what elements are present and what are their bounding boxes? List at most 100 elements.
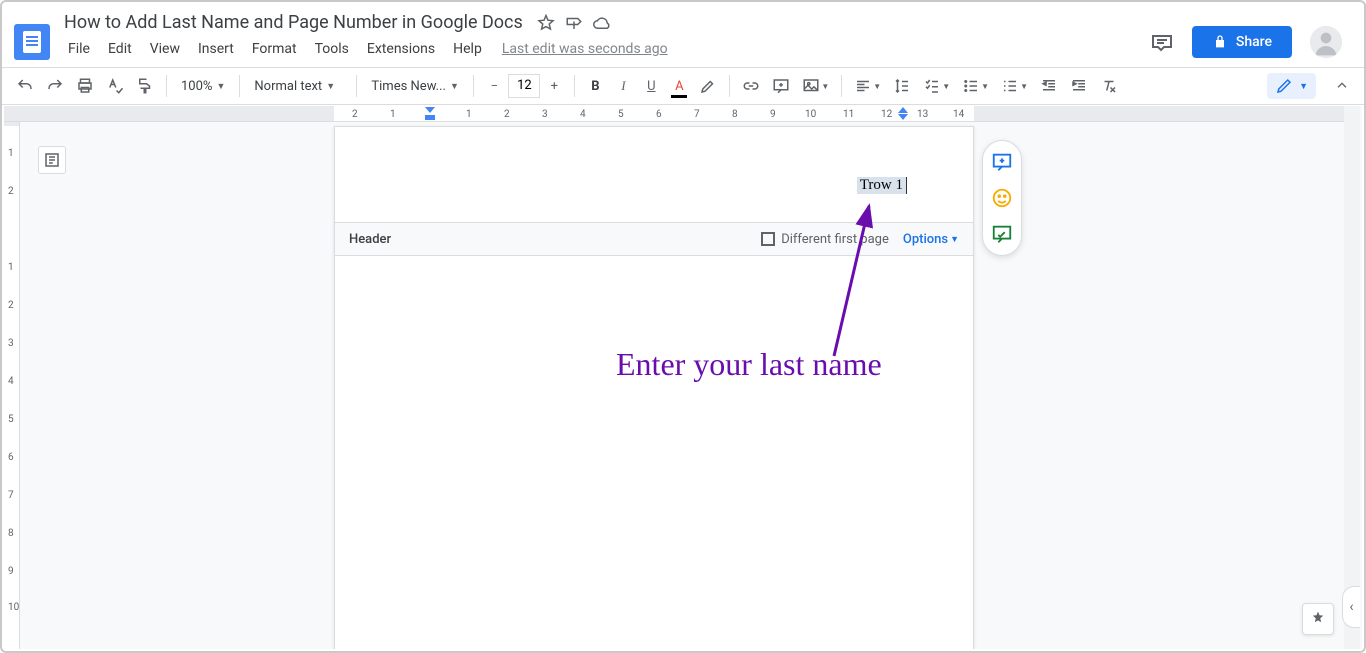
insert-image-button[interactable]: ▼	[798, 72, 833, 100]
ruler-tick: 12	[881, 109, 892, 120]
docs-logo-icon[interactable]	[14, 24, 50, 60]
ruler-tick: 7	[694, 109, 700, 120]
chevron-down-icon: ▼	[450, 81, 459, 92]
horizontal-ruler[interactable]: 2 1 1 2 3 4 5 6 7 8 9 10 11 12 13 14	[4, 106, 1344, 122]
pencil-icon	[1275, 77, 1293, 95]
cloud-status-icon[interactable]	[593, 14, 611, 32]
menu-file[interactable]: File	[60, 37, 98, 61]
menu-insert[interactable]: Insert	[190, 37, 242, 61]
font-size-input[interactable]: 12	[508, 74, 540, 98]
ruler-tick: 13	[917, 109, 928, 120]
separator	[166, 75, 167, 97]
suggest-edits-icon[interactable]	[991, 223, 1013, 245]
redo-button[interactable]	[42, 72, 68, 100]
checkbox-icon	[761, 232, 775, 246]
comment-actions-panel	[982, 140, 1022, 256]
lock-icon	[1212, 34, 1228, 50]
hide-menus-button[interactable]	[1330, 74, 1354, 98]
ruler-tick: 4	[580, 109, 586, 120]
menu-help[interactable]: Help	[445, 37, 490, 61]
options-label: Options	[903, 232, 948, 247]
insert-link-button[interactable]	[738, 72, 764, 100]
ruler-tick: 5	[8, 414, 14, 425]
last-edit-link[interactable]: Last edit was seconds ago	[502, 41, 668, 57]
font-value: Times New...	[371, 79, 446, 94]
bulleted-list-button[interactable]: ▼	[958, 72, 993, 100]
undo-button[interactable]	[12, 72, 38, 100]
line-spacing-button[interactable]	[889, 72, 915, 100]
numbered-list-button[interactable]: ▼	[997, 72, 1032, 100]
italic-button[interactable]: I	[611, 72, 635, 100]
account-avatar[interactable]	[1310, 26, 1342, 58]
menu-format[interactable]: Format	[244, 37, 305, 61]
ruler-tick: 2	[8, 300, 14, 311]
chevron-down-icon: ▼	[326, 81, 335, 92]
ruler-tick: 6	[8, 452, 14, 463]
separator	[729, 75, 730, 97]
toolbar: 100%▼ Normal text▼ Times New...▼ − 12 + …	[2, 67, 1364, 105]
vertical-scrollbar[interactable]	[1344, 106, 1360, 649]
workspace: 2 1 1 2 3 4 5 6 7 8 9 10 11 12 13 14 1 2…	[4, 106, 1362, 649]
ruler-tick: 10	[8, 602, 19, 613]
text-color-button[interactable]: A	[667, 72, 691, 100]
chevron-down-icon: ▼	[216, 81, 225, 92]
document-title[interactable]: How to Add Last Name and Page Number in …	[60, 10, 527, 35]
separator	[356, 75, 357, 97]
ruler-tick: 14	[953, 109, 964, 120]
highlight-button[interactable]	[695, 72, 721, 100]
add-comment-button[interactable]	[768, 72, 794, 100]
menu-tools[interactable]: Tools	[307, 37, 357, 61]
header-text[interactable]: Trow 1	[857, 177, 907, 194]
ruler-tick: 1	[8, 148, 14, 159]
share-button[interactable]: Share	[1192, 26, 1292, 58]
titlebar: How to Add Last Name and Page Number in …	[2, 2, 1364, 67]
paint-format-button[interactable]	[132, 72, 158, 100]
share-label: Share	[1236, 34, 1272, 50]
spellcheck-button[interactable]	[102, 72, 128, 100]
ruler-tick: 5	[618, 109, 624, 120]
ruler-tick: 3	[542, 109, 548, 120]
move-icon[interactable]	[565, 14, 583, 32]
font-size-decrease[interactable]: −	[482, 72, 506, 100]
separator	[574, 75, 575, 97]
ruler-tick: 8	[8, 528, 14, 539]
zoom-value: 100%	[181, 79, 212, 94]
checklist-button[interactable]: ▼	[919, 72, 954, 100]
side-panel-toggle[interactable]: ‹	[1342, 586, 1360, 628]
menu-edit[interactable]: Edit	[100, 37, 140, 61]
different-first-label: Different first page	[781, 232, 889, 247]
add-comment-icon[interactable]	[991, 151, 1013, 173]
clear-formatting-button[interactable]	[1096, 72, 1122, 100]
emoji-reaction-icon[interactable]	[991, 187, 1013, 209]
zoom-select[interactable]: 100% ▼	[175, 72, 231, 100]
star-icon[interactable]	[537, 14, 555, 32]
ruler-tick: 2	[352, 109, 358, 120]
show-outline-button[interactable]	[38, 146, 66, 174]
increase-indent-button[interactable]	[1066, 72, 1092, 100]
document-page[interactable]: Trow 1 Header Different first page Optio…	[334, 126, 974, 649]
vertical-ruler[interactable]: 1 2 1 2 3 4 5 6 7 8 9 10	[4, 122, 20, 649]
right-indent-marker[interactable]	[897, 106, 909, 122]
ruler-tick: 9	[770, 109, 776, 120]
separator	[473, 75, 474, 97]
ruler-tick: 4	[8, 376, 14, 387]
underline-button[interactable]: U	[639, 72, 663, 100]
paragraph-style-select[interactable]: Normal text▼	[248, 72, 348, 100]
left-indent-marker[interactable]	[424, 106, 436, 122]
align-button[interactable]: ▼	[850, 72, 885, 100]
decrease-indent-button[interactable]	[1036, 72, 1062, 100]
header-label: Header	[349, 232, 391, 247]
bold-button[interactable]: B	[583, 72, 607, 100]
print-button[interactable]	[72, 72, 98, 100]
editing-mode-button[interactable]: ▼	[1267, 73, 1316, 99]
comments-history-icon[interactable]	[1150, 30, 1174, 54]
menu-view[interactable]: View	[142, 37, 188, 61]
explore-button[interactable]	[1302, 603, 1334, 635]
separator	[841, 75, 842, 97]
font-size-increase[interactable]: +	[542, 72, 566, 100]
menu-extensions[interactable]: Extensions	[359, 37, 443, 61]
ruler-tick: 8	[732, 109, 738, 120]
header-options-button[interactable]: Options ▼	[903, 232, 959, 247]
different-first-page-checkbox[interactable]: Different first page	[761, 232, 889, 247]
font-select[interactable]: Times New... ▼	[365, 72, 465, 100]
